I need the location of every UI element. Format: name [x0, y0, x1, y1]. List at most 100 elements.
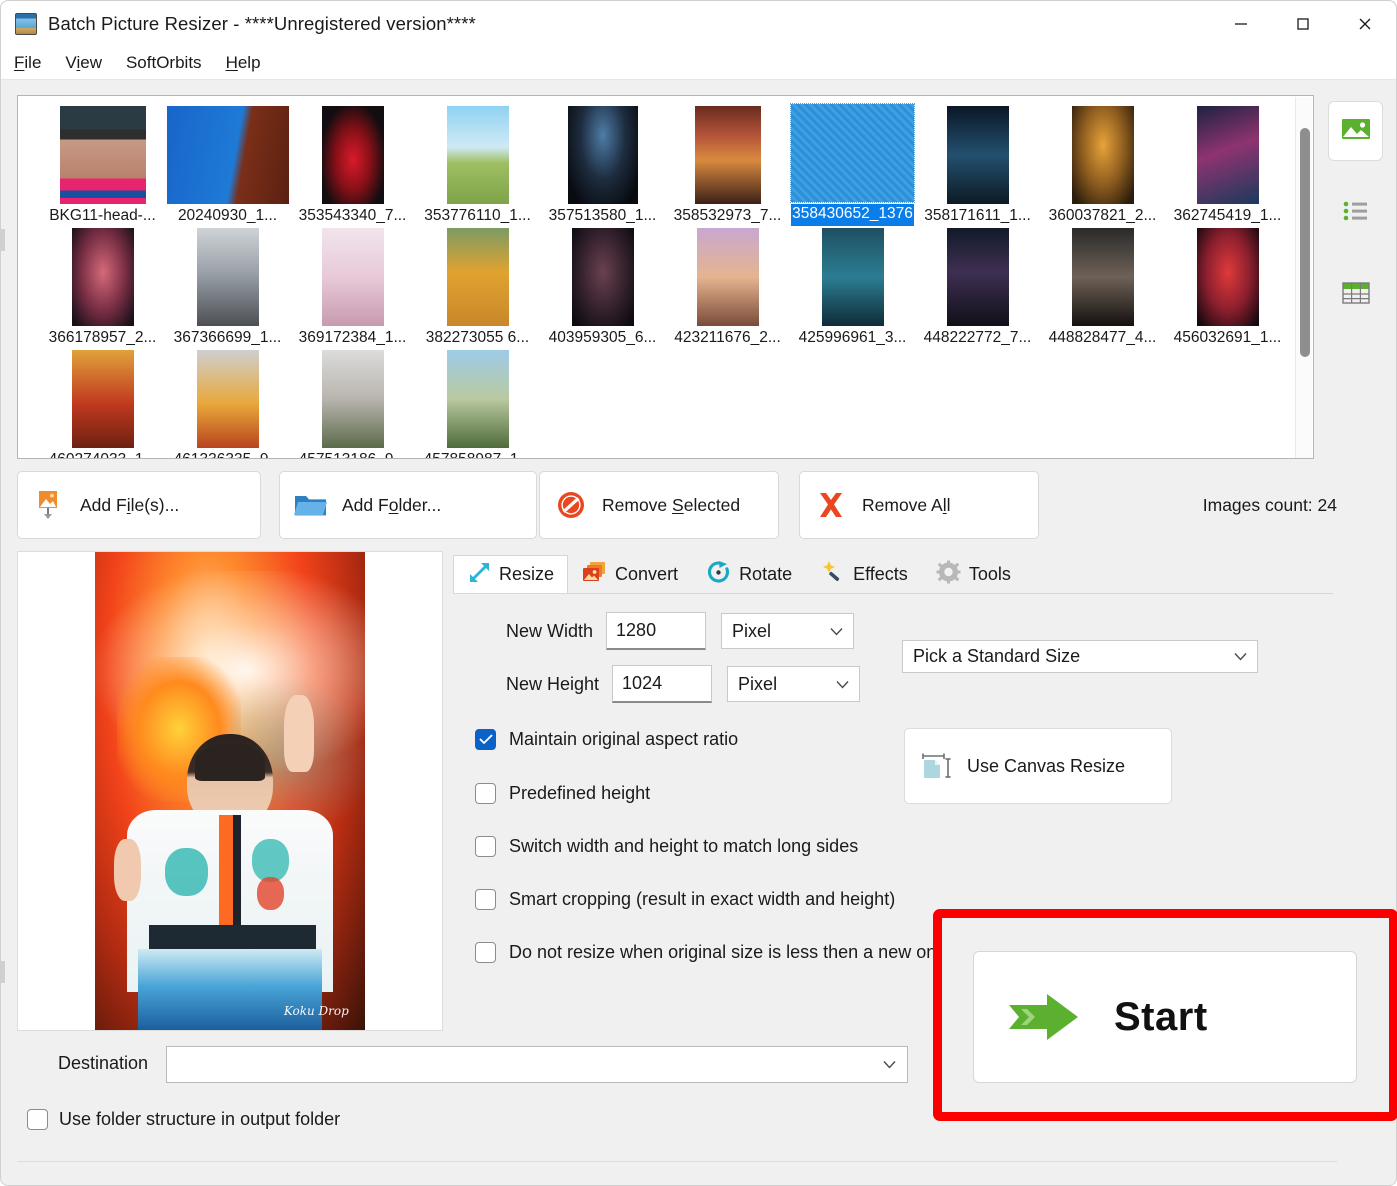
destination-select[interactable]: [166, 1046, 908, 1083]
thumbnail-label: 457858987_1...: [424, 452, 532, 458]
thumbnail-label: 461336335_9...: [174, 452, 282, 458]
thumbnail-item[interactable]: 456032691_1...: [1165, 226, 1290, 348]
minimize-button[interactable]: [1210, 1, 1272, 47]
thumbnail-item[interactable]: 353776110_1...: [415, 104, 540, 226]
standard-size-select[interactable]: Pick a Standard Size: [902, 640, 1258, 673]
thumbnail-item[interactable]: 448828477_4...: [1040, 226, 1165, 348]
menu-file-label: ile: [24, 53, 42, 72]
details-view-icon: [1341, 280, 1371, 311]
thumbnail-item[interactable]: 448222772_7...: [915, 226, 1040, 348]
add-image-icon: [18, 490, 80, 520]
add-folder-label: Add Folder...: [342, 494, 442, 515]
preview-pane: Koku Drop: [17, 551, 443, 1031]
thumbnail-label: 357513580_1...: [548, 208, 657, 224]
thumbnail-item[interactable]: 367366699_1...: [165, 226, 290, 348]
thumbnail-label: 353543340_7...: [298, 208, 407, 224]
thumbnail-item[interactable]: 358532973_7...: [665, 104, 790, 226]
thumbnail-item[interactable]: 357513580_1...: [540, 104, 665, 226]
thumbnail-label: 382273055 6...: [425, 330, 530, 346]
thumbnail-item[interactable]: 461336335_9...: [165, 348, 290, 458]
tab-tools[interactable]: Tools: [922, 555, 1025, 593]
details-view-button[interactable]: [1328, 265, 1383, 325]
thumbnails-view-button[interactable]: [1328, 101, 1383, 161]
remove-selected-label: Remove Selected: [602, 494, 741, 515]
thumbnail-image: [415, 104, 540, 206]
checkbox-predefined-height[interactable]: Predefined height: [475, 783, 650, 804]
thumbnail-label: 366178957_2...: [48, 330, 157, 346]
menu-help[interactable]: Help: [226, 51, 275, 75]
thumbnail-item[interactable]: 457858987_1...: [415, 348, 540, 458]
close-button[interactable]: [1334, 1, 1396, 47]
resize-arrows-icon: [467, 560, 491, 589]
thumbnail-item[interactable]: 460274033_1...: [40, 348, 165, 458]
menu-softorbits[interactable]: SoftOrbits: [126, 51, 216, 75]
thumbnail-image: [290, 104, 415, 206]
thumbnail-item[interactable]: 360037821_2...: [1040, 104, 1165, 226]
checkbox-label: Predefined height: [509, 783, 651, 803]
thumbnail-image: [290, 226, 415, 328]
checkbox-smart-cropping[interactable]: Smart cropping (result in exact width an…: [475, 889, 895, 910]
thumbnail-item[interactable]: 425996961_3...: [790, 226, 915, 348]
tab-rotate[interactable]: Rotate: [692, 555, 806, 593]
new-width-input[interactable]: 1280: [606, 612, 707, 650]
canvas-resize-icon: [905, 749, 967, 783]
checkbox-switch-width-height[interactable]: Switch width and height to match long si…: [475, 836, 858, 857]
checkbox-do-not-resize-smaller[interactable]: Do not resize when original size is less…: [475, 942, 946, 963]
thumbnail-image: [1165, 104, 1290, 206]
thumbnail-item[interactable]: 362745419_1...: [1165, 104, 1290, 226]
thumbnail-scrollbar[interactable]: [1295, 97, 1312, 458]
title-bar: Batch Picture Resizer - ****Unregistered…: [1, 1, 1396, 47]
left-edge-notch-lower: [1, 961, 5, 983]
file-action-bar: Add File(s)... Add Folder... Remove Sele…: [17, 471, 1337, 539]
checkbox-use-folder-structure[interactable]: Use folder structure in output folder: [27, 1109, 340, 1130]
thumbnail-item[interactable]: 353543340_7...: [290, 104, 415, 226]
add-folder-button[interactable]: Add Folder...: [279, 471, 537, 539]
thumbnail-item-selected[interactable]: 358430652_13760126829555 85_489719305986…: [790, 103, 915, 226]
menu-view[interactable]: View: [65, 51, 116, 75]
checkbox-box: [475, 729, 496, 750]
tab-convert[interactable]: Convert: [568, 555, 692, 593]
thumbnail-item[interactable]: 382273055 6...: [415, 226, 540, 348]
thumbnail-item[interactable]: BKG11-head-...: [40, 104, 165, 226]
rotate-icon: [706, 560, 731, 589]
checkbox-maintain-aspect-ratio[interactable]: Maintain original aspect ratio: [475, 729, 738, 750]
thumbnail-item[interactable]: 423211676_2...: [665, 226, 790, 348]
thumbnail-image: [540, 104, 665, 206]
checkbox-box: [475, 836, 496, 857]
maximize-button[interactable]: [1272, 1, 1334, 47]
folder-icon: [280, 492, 342, 519]
tab-resize[interactable]: Resize: [453, 555, 569, 593]
use-canvas-resize-button[interactable]: Use Canvas Resize: [904, 728, 1172, 804]
remove-all-button[interactable]: Remove All: [799, 471, 1039, 539]
new-height-unit-select[interactable]: Pixel: [727, 666, 861, 702]
thumbnail-item[interactable]: 403959305_6...: [540, 226, 665, 348]
thumbnail-panel[interactable]: BKG11-head-... 20240930_1... 353543340_7…: [17, 95, 1314, 459]
thumbnail-item[interactable]: 366178957_2...: [40, 226, 165, 348]
menu-file[interactable]: File: [14, 51, 55, 75]
start-button[interactable]: Start: [973, 951, 1357, 1083]
thumbnail-image: [40, 226, 165, 328]
thumbnail-item[interactable]: 20240930_1...: [165, 104, 290, 226]
thumbnail-image: [165, 104, 290, 206]
new-height-input[interactable]: 1024: [612, 665, 713, 703]
checkbox-box: [27, 1109, 48, 1130]
thumbnail-item[interactable]: 457513186_9...: [290, 348, 415, 458]
thumbnail-image: [40, 348, 165, 450]
chevron-down-icon: [827, 627, 845, 636]
window-title: Batch Picture Resizer - ****Unregistered…: [48, 13, 476, 34]
new-width-unit-select[interactable]: Pixel: [721, 613, 855, 649]
thumbnail-label: 403959305_6...: [548, 330, 657, 346]
application-window: Batch Picture Resizer - ****Unregistered…: [0, 0, 1397, 1186]
thumbnail-label: 425996961_3...: [798, 330, 907, 346]
new-width-unit-value: Pixel: [732, 620, 772, 641]
remove-selected-button[interactable]: Remove Selected: [539, 471, 779, 539]
thumbnail-label: 358430652_13760126829555 85_489719305986…: [791, 204, 914, 226]
chevron-down-icon: [880, 1060, 898, 1069]
thumbnail-image: [790, 226, 915, 328]
list-view-button[interactable]: [1328, 183, 1383, 243]
scrollbar-thumb[interactable]: [1300, 128, 1310, 357]
thumbnail-item[interactable]: 358171611_1...: [915, 104, 1040, 226]
add-files-button[interactable]: Add File(s)...: [17, 471, 261, 539]
tab-effects[interactable]: Effects: [806, 555, 922, 593]
thumbnail-item[interactable]: 369172384_1...: [290, 226, 415, 348]
